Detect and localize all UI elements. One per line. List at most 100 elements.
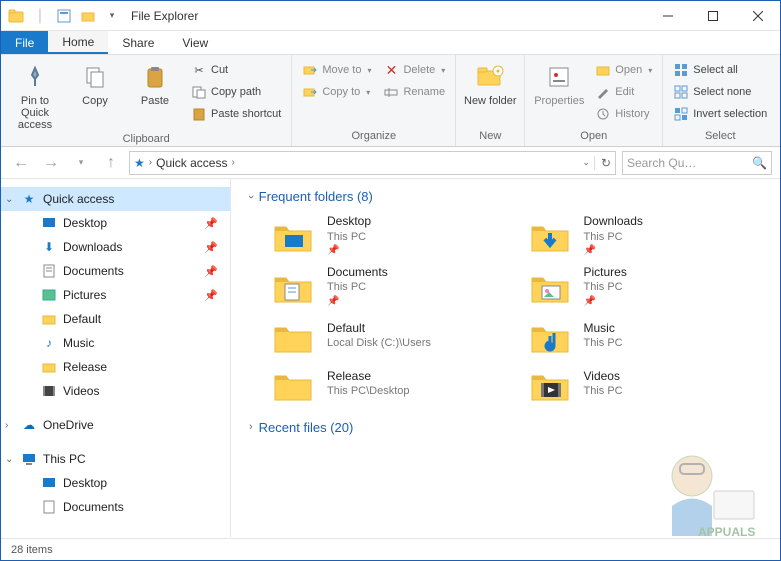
tree-documents2[interactable]: Documents xyxy=(1,495,230,519)
paste-button[interactable]: Paste xyxy=(127,57,183,107)
tree-thispc[interactable]: ⌄This PC xyxy=(1,447,230,471)
tree-desktop[interactable]: Desktop📌 xyxy=(1,211,230,235)
copyto-icon xyxy=(302,84,318,100)
forward-button[interactable]: → xyxy=(39,151,63,175)
move-to-button[interactable]: Move to▾ xyxy=(298,59,375,81)
chevron-icon: › xyxy=(149,157,152,168)
tree-default[interactable]: Default xyxy=(1,307,230,331)
organize-group-label: Organize xyxy=(298,128,449,144)
delete-icon: ✕ xyxy=(383,62,399,78)
folder-info: VideosThis PC xyxy=(584,369,623,399)
folder-item-release[interactable]: ReleaseThis PC\Desktop xyxy=(269,364,506,404)
copy-to-button[interactable]: Copy to▾ xyxy=(298,81,375,103)
up-button[interactable]: ↑ xyxy=(99,151,123,175)
folder-item-pictures[interactable]: PicturesThis PC📌 xyxy=(526,265,763,308)
recent-files-header[interactable]: › Recent files (20) xyxy=(249,420,762,435)
pin-icon: 📌 xyxy=(204,289,218,302)
rename-button[interactable]: Rename xyxy=(379,81,449,103)
select-all-button[interactable]: Select all xyxy=(669,59,771,81)
pin-icon: 📌 xyxy=(327,295,388,308)
properties-label: Properties xyxy=(534,95,584,107)
pin-icon: 📌 xyxy=(204,241,218,254)
select-group-label: Select xyxy=(669,128,771,144)
tree-release[interactable]: Release xyxy=(1,355,230,379)
tree-downloads[interactable]: ⬇Downloads📌 xyxy=(1,235,230,259)
refresh-button[interactable]: ↻ xyxy=(594,156,611,170)
copy-icon xyxy=(79,61,111,93)
tree-documents[interactable]: Documents📌 xyxy=(1,259,230,283)
open-button[interactable]: Open▾ xyxy=(591,59,656,81)
folder-item-desktop[interactable]: DesktopThis PC📌 xyxy=(269,214,506,257)
selectall-icon xyxy=(673,62,689,78)
open-group-label: Open xyxy=(531,128,656,144)
tree-pictures[interactable]: Pictures📌 xyxy=(1,283,230,307)
folder-icon xyxy=(269,316,317,356)
pin-to-quick-access-button[interactable]: Pin to Quick access xyxy=(7,57,63,131)
select-none-button[interactable]: Select none xyxy=(669,81,771,103)
close-button[interactable] xyxy=(735,1,780,31)
folder-item-default[interactable]: DefaultLocal Disk (C:)\Users xyxy=(269,316,506,356)
folder-icon xyxy=(41,311,57,327)
breadcrumb-quickaccess[interactable]: Quick access xyxy=(156,156,227,170)
copy-button[interactable]: Copy xyxy=(67,57,123,107)
folder-item-downloads[interactable]: DownloadsThis PC📌 xyxy=(526,214,763,257)
documents-icon xyxy=(41,499,57,515)
folder-location: This PC xyxy=(327,280,388,294)
qat-newfolder-icon[interactable] xyxy=(77,5,99,27)
folder-icon xyxy=(41,359,57,375)
minimize-button[interactable] xyxy=(645,1,690,31)
folder-grid: DesktopThis PC📌 DownloadsThis PC📌 Document… xyxy=(269,214,762,404)
tree-quick-access[interactable]: ⌄★Quick access xyxy=(1,187,230,211)
videos-icon xyxy=(41,383,57,399)
tab-share[interactable]: Share xyxy=(108,31,168,54)
copy-label: Copy xyxy=(82,95,108,107)
navigation-pane[interactable]: ⌄★Quick access Desktop📌 ⬇Downloads📌 Docu… xyxy=(1,179,231,537)
ribbon-group-select: Select all Select none Invert selection … xyxy=(663,55,777,146)
folder-item-videos[interactable]: VideosThis PC xyxy=(526,364,763,404)
selectnone-icon xyxy=(673,84,689,100)
cut-button[interactable]: ✂Cut xyxy=(187,59,285,81)
content-pane[interactable]: › Frequent folders (8) DesktopThis PC📌 Do… xyxy=(231,179,780,537)
tree-music[interactable]: ♪Music xyxy=(1,331,230,355)
chevron-right-icon: › xyxy=(5,420,8,431)
documents-icon xyxy=(41,263,57,279)
window-title: File Explorer xyxy=(131,9,198,23)
edit-icon xyxy=(595,84,611,100)
tree-videos[interactable]: Videos xyxy=(1,379,230,403)
chevron-right-icon: › xyxy=(249,421,253,433)
delete-button[interactable]: ✕Delete▾ xyxy=(379,59,449,81)
search-icon: 🔍 xyxy=(752,156,767,170)
pictures-icon xyxy=(41,287,57,303)
tab-file[interactable]: File xyxy=(1,31,48,54)
maximize-button[interactable] xyxy=(690,1,735,31)
invert-selection-button[interactable]: Invert selection xyxy=(669,103,771,125)
qat-properties-icon[interactable] xyxy=(53,5,75,27)
tab-view[interactable]: View xyxy=(168,31,222,54)
back-button[interactable]: ← xyxy=(9,151,33,175)
folder-info: DocumentsThis PC📌 xyxy=(327,265,388,308)
history-button[interactable]: History xyxy=(591,103,656,125)
address-bar[interactable]: ★ › Quick access › ⌄ ↻ xyxy=(129,151,616,175)
search-box[interactable]: Search Qu… 🔍 xyxy=(622,151,772,175)
frequent-folders-header[interactable]: › Frequent folders (8) xyxy=(249,189,762,204)
new-group-label: New xyxy=(462,128,518,144)
new-folder-button[interactable]: ✦ New folder xyxy=(462,57,518,107)
tree-desktop2[interactable]: Desktop xyxy=(1,471,230,495)
window-controls xyxy=(645,1,780,31)
edit-button[interactable]: Edit xyxy=(591,81,656,103)
pin-icon: 📌 xyxy=(204,265,218,278)
tab-home[interactable]: Home xyxy=(48,31,108,54)
qat-sep: | xyxy=(29,5,51,27)
folder-item-music[interactable]: MusicThis PC xyxy=(526,316,763,356)
address-dropdown[interactable]: ⌄ xyxy=(582,157,590,168)
folder-item-documents[interactable]: DocumentsThis PC📌 xyxy=(269,265,506,308)
navbar: ← → ▾ ↑ ★ › Quick access › ⌄ ↻ Search Qu… xyxy=(1,147,780,179)
recent-dropdown[interactable]: ▾ xyxy=(69,151,93,175)
paste-shortcut-button[interactable]: Paste shortcut xyxy=(187,103,285,125)
tree-onedrive[interactable]: ›☁OneDrive xyxy=(1,413,230,437)
copy-path-button[interactable]: Copy path xyxy=(187,81,285,103)
pin-icon: 📌 xyxy=(584,244,643,257)
folder-location: This PC xyxy=(327,230,371,244)
qat-dropdown-icon[interactable]: ▾ xyxy=(101,5,123,27)
properties-button[interactable]: Properties xyxy=(531,57,587,107)
